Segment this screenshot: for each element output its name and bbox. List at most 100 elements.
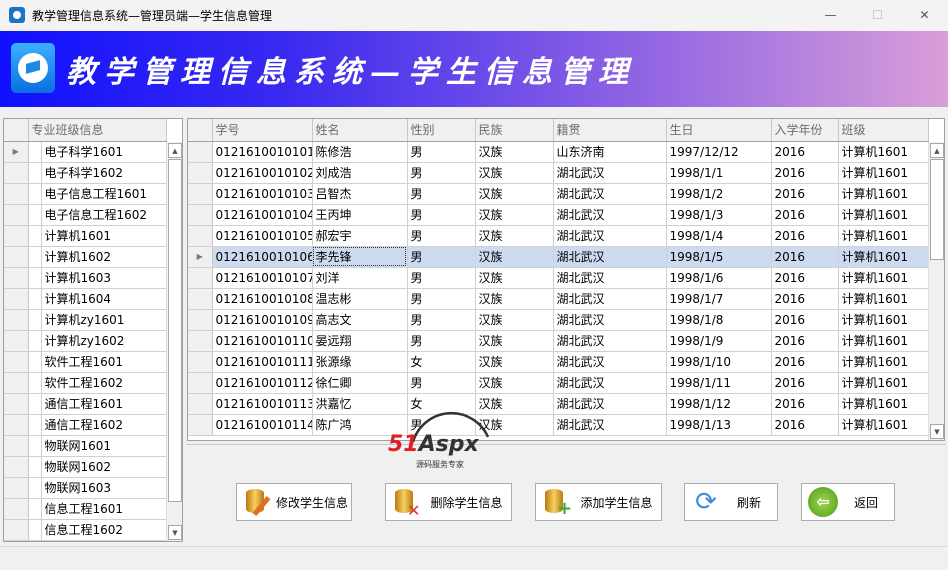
class-name-cell[interactable]: 计算机1603 [41, 267, 167, 289]
row-header[interactable] [4, 414, 29, 436]
column-header[interactable]: 班级 [838, 119, 929, 142]
student-cell[interactable]: 湖北武汉 [553, 414, 667, 436]
student-cell[interactable]: 男 [407, 246, 476, 268]
student-cell[interactable]: 计算机1601 [838, 183, 929, 205]
row-header[interactable] [188, 183, 213, 205]
close-button[interactable]: ✕ [901, 0, 948, 30]
row-header[interactable]: ▶ [4, 141, 29, 163]
student-grid[interactable]: 学号 姓名 性别 民族 籍贯 生日 入学年份 班级 0121610010101 陈修浩男汉族 山东… [187, 118, 945, 441]
student-cell[interactable]: 汉族 [475, 288, 554, 310]
student-cell[interactable]: 湖北武汉 [553, 330, 667, 352]
student-cell[interactable]: 0121610010101 [212, 141, 313, 163]
delete-student-button[interactable]: ✕ 删除学生信息 [385, 483, 512, 521]
student-cell[interactable]: 陈广鸿 [312, 414, 408, 436]
class-name-cell[interactable]: 信息工程1602 [41, 519, 167, 541]
student-cell[interactable]: 1998/1/12 [666, 393, 772, 415]
student-cell[interactable]: 计算机1601 [838, 351, 929, 373]
class-list-item[interactable]: ▶ 电子科学1601 [4, 141, 167, 163]
class-name-cell[interactable]: 软件工程1602 [41, 372, 167, 394]
student-cell[interactable]: 1998/1/7 [666, 288, 772, 310]
student-cell[interactable]: 计算机1601 [838, 267, 929, 289]
class-name-cell[interactable]: 信息工程1601 [41, 498, 167, 520]
column-header[interactable]: 姓名 [312, 119, 408, 142]
student-cell[interactable]: 计算机1601 [838, 246, 929, 268]
class-name-cell[interactable]: 物联网1601 [41, 435, 167, 457]
class-name-cell[interactable]: 计算机zy1602 [41, 330, 167, 352]
student-cell[interactable]: 1998/1/4 [666, 225, 772, 247]
student-cell[interactable]: 汉族 [475, 141, 554, 163]
student-cell[interactable]: 2016 [771, 162, 839, 184]
student-cell[interactable]: 计算机1601 [838, 330, 929, 352]
student-row[interactable]: 0121610010107 刘洋男汉族 湖北武汉 1998/1/6 2016 计算机160… [188, 267, 929, 289]
student-cell[interactable]: 0121610010112 [212, 372, 313, 394]
student-cell[interactable]: 1998/1/13 [666, 414, 772, 436]
student-row[interactable]: 0121610010110 晏远翔男汉族 湖北武汉 1998/1/9 2016 计算机16… [188, 330, 929, 352]
student-cell[interactable]: 汉族 [475, 204, 554, 226]
class-list-item[interactable]: 计算机zy1601 [4, 309, 167, 331]
class-name-cell[interactable]: 软件工程1601 [41, 351, 167, 373]
class-list-item[interactable]: 软件工程1602 [4, 372, 167, 394]
scroll-down-icon[interactable]: ▼ [168, 525, 182, 540]
row-header[interactable]: ▶ [188, 246, 213, 268]
scroll-up-icon[interactable]: ▲ [930, 143, 944, 158]
maximize-button[interactable]: ☐ [854, 0, 901, 30]
student-row[interactable]: 0121610010102 刘成浩男汉族 湖北武汉 1998/1/1 2016 计算机16… [188, 162, 929, 184]
student-cell[interactable]: 湖北武汉 [553, 204, 667, 226]
student-cell[interactable]: 0121610010114 [212, 414, 313, 436]
column-header[interactable]: 学号 [212, 119, 313, 142]
student-cell[interactable]: 计算机1601 [838, 309, 929, 331]
student-cell[interactable]: 洪嘉忆 [312, 393, 408, 415]
student-row[interactable]: 0121610010104 王丙坤男汉族 湖北武汉 1998/1/3 2016 计算机16… [188, 204, 929, 226]
class-name-cell[interactable]: 通信工程1602 [41, 414, 167, 436]
row-header[interactable] [4, 183, 29, 205]
student-cell[interactable]: 计算机1601 [838, 414, 929, 436]
edit-student-button[interactable]: 修改学生信息 [236, 483, 352, 521]
refresh-button[interactable]: ⟳ 刷新 [684, 483, 778, 521]
student-cell[interactable]: 1998/1/1 [666, 162, 772, 184]
row-header[interactable] [4, 498, 29, 520]
student-cell[interactable]: 计算机1601 [838, 162, 929, 184]
student-cell[interactable]: 男 [407, 204, 476, 226]
student-cell[interactable]: 张源缘 [312, 351, 408, 373]
class-name-cell[interactable]: 电子科学1602 [41, 162, 167, 184]
scroll-thumb[interactable] [930, 159, 944, 260]
row-header[interactable] [188, 225, 213, 247]
student-cell[interactable]: 计算机1601 [838, 225, 929, 247]
student-cell[interactable]: 2016 [771, 309, 839, 331]
class-list-item[interactable]: 物联网1603 [4, 477, 167, 499]
student-cell[interactable]: 0121610010102 [212, 162, 313, 184]
student-cell[interactable]: 1998/1/6 [666, 267, 772, 289]
column-header[interactable]: 入学年份 [771, 119, 839, 142]
class-list-item[interactable]: 电子信息工程1601 [4, 183, 167, 205]
student-cell[interactable]: 2016 [771, 414, 839, 436]
student-cell[interactable]: 汉族 [475, 267, 554, 289]
row-header[interactable] [188, 162, 213, 184]
scroll-down-icon[interactable]: ▼ [930, 424, 944, 439]
student-cell[interactable]: 汉族 [475, 162, 554, 184]
class-name-cell[interactable]: 物联网1603 [41, 477, 167, 499]
student-cell[interactable]: 1998/1/11 [666, 372, 772, 394]
class-name-cell[interactable]: 计算机1602 [41, 246, 167, 268]
class-name-cell[interactable]: 计算机1601 [41, 225, 167, 247]
student-cell[interactable]: 计算机1601 [838, 372, 929, 394]
student-cell[interactable]: 女 [407, 393, 476, 415]
column-header[interactable]: 性别 [407, 119, 476, 142]
student-cell[interactable]: 湖北武汉 [553, 351, 667, 373]
class-name-cell[interactable]: 通信工程1601 [41, 393, 167, 415]
student-cell[interactable]: 汉族 [475, 246, 554, 268]
student-cell[interactable]: 2016 [771, 204, 839, 226]
class-list-item[interactable]: 计算机1603 [4, 267, 167, 289]
student-cell[interactable]: 2016 [771, 141, 839, 163]
row-header[interactable] [4, 519, 29, 541]
row-header[interactable] [4, 456, 29, 478]
class-grid[interactable]: 专业班级信息 ▶ 电子科学1601 电子科学1602 电子信息工程1601 电子信息工程… [3, 118, 183, 542]
student-cell[interactable]: 汉族 [475, 183, 554, 205]
student-cell[interactable]: 2016 [771, 330, 839, 352]
student-cell[interactable]: 湖北武汉 [553, 183, 667, 205]
class-list-item[interactable]: 计算机1601 [4, 225, 167, 247]
minimize-button[interactable]: — [807, 0, 854, 30]
student-cell[interactable]: 湖北武汉 [553, 246, 667, 268]
class-list-item[interactable]: 通信工程1602 [4, 414, 167, 436]
student-cell[interactable]: 1998/1/8 [666, 309, 772, 331]
class-name-cell[interactable]: 物联网1602 [41, 456, 167, 478]
